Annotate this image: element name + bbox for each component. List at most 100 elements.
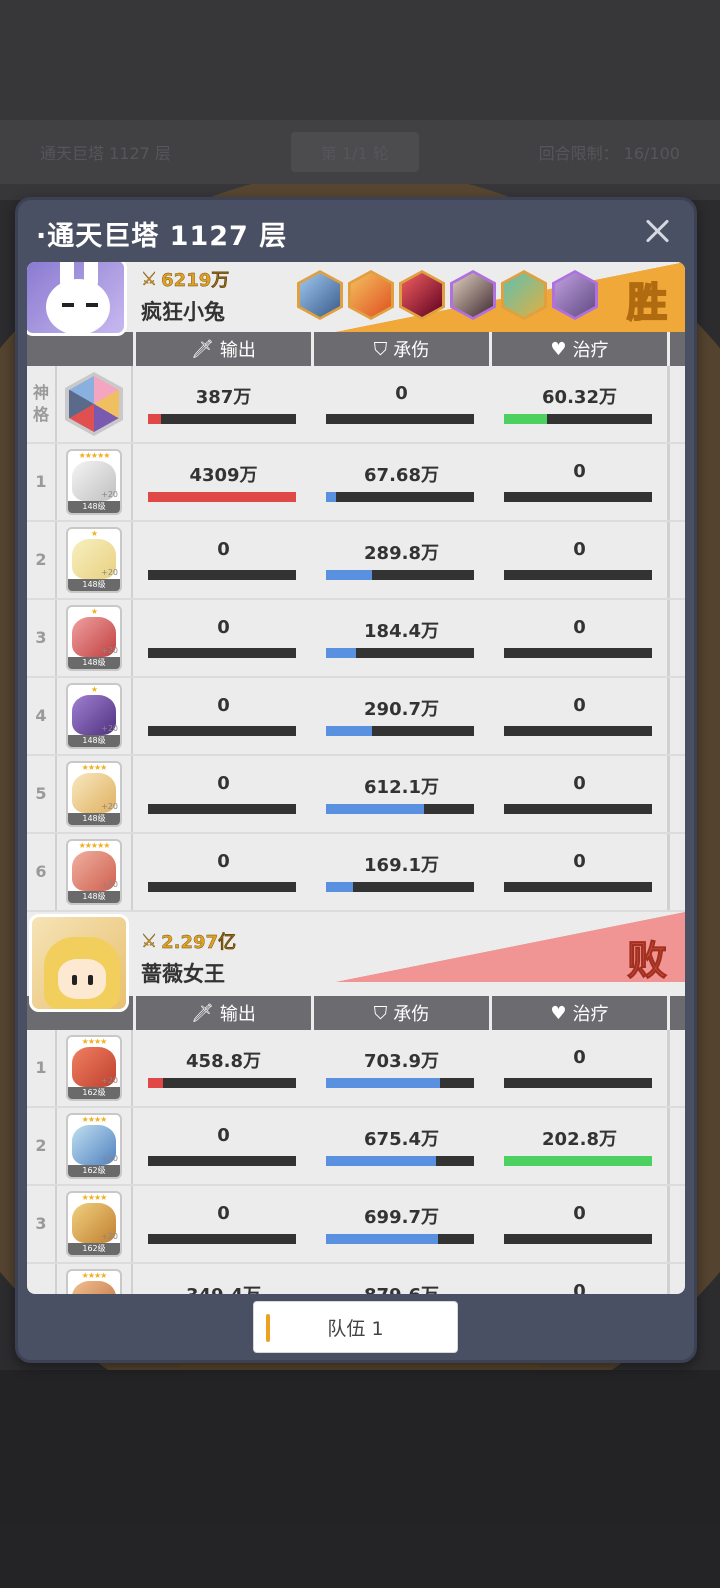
row-tail <box>667 1030 685 1106</box>
heal-value: 0 <box>573 461 586 482</box>
col-heal[interactable]: ♥ 治疗 <box>489 332 667 366</box>
stats-panel[interactable]: ⚔ 6219万 疯狂小兔 胜 🗡 输出 ⛉ 承伤 ♥ 治疗 神 格 387万 0 60.32万… <box>27 262 685 1294</box>
divinity-icon[interactable] <box>65 372 123 436</box>
team2-header: ⚔ 2.297亿 蔷薇女王 败 <box>27 912 685 1012</box>
damage-value: 0 <box>217 851 230 872</box>
col-heal[interactable]: ♥ 治疗 <box>489 996 667 1030</box>
table-row[interactable]: 6 ★★★★★ +20 148级 0 169.1万 0 <box>27 834 685 912</box>
heal-bar <box>504 804 652 814</box>
hero-card[interactable]: ★★★★★ +20 148级 <box>66 839 122 905</box>
damage-cell: 349.4万 <box>133 1264 311 1294</box>
plus-level: +20 <box>101 1232 118 1241</box>
col-damage[interactable]: 🗡 输出 <box>133 996 311 1030</box>
tank-cell: 169.1万 <box>311 834 489 910</box>
heal-bar <box>504 1234 652 1244</box>
unit-slot[interactable] <box>57 366 133 442</box>
dialog-title: ·通天巨塔 1127 层 <box>36 221 288 252</box>
hero-card[interactable]: ★ +20 148级 <box>66 605 122 671</box>
heal-cell: 0 <box>489 834 667 910</box>
unit-slot[interactable]: ★★★★★ +20 148级 <box>57 834 133 910</box>
plus-level: +20 <box>101 802 118 811</box>
col-damage[interactable]: 🗡 输出 <box>133 332 311 366</box>
table-row[interactable]: 3 ★ +20 148级 0 184.4万 0 <box>27 600 685 678</box>
team2-power: ⚔ 2.297亿 <box>141 930 237 953</box>
hero-level: 162级 <box>68 1165 120 1177</box>
damage-bar <box>148 648 296 658</box>
row-index: 2 <box>27 1108 57 1184</box>
table-row[interactable]: 2 ★ +20 148级 0 289.8万 0 <box>27 522 685 600</box>
star-rating-icon: ★★★★★ <box>78 841 111 850</box>
sword-icon: 🗡 <box>191 1002 214 1024</box>
col-tank[interactable]: ⛉ 承伤 <box>311 996 489 1030</box>
damage-bar <box>148 726 296 736</box>
table-row[interactable]: 神 格 387万 0 60.32万 <box>27 366 685 444</box>
tank-bar <box>326 726 474 736</box>
hero-card[interactable]: ★ +20 148级 <box>66 527 122 593</box>
plus-level: +20 <box>101 490 118 499</box>
row-index: 5 <box>27 756 57 832</box>
hero-card[interactable]: ★★★★+20162级 <box>66 1191 122 1257</box>
row-tail <box>667 756 685 832</box>
row-tail <box>667 522 685 598</box>
team2-name: 蔷薇女王 <box>141 962 225 986</box>
hero-card[interactable]: ★★★★+20162级 <box>66 1035 122 1101</box>
hero-level: 148级 <box>68 813 120 825</box>
table-row[interactable]: 3 ★★★★ +20 162级 0 699.7万 0 <box>27 1186 685 1264</box>
tank-bar <box>326 882 474 892</box>
heal-bar <box>504 492 652 502</box>
tab-marker <box>266 1314 270 1342</box>
damage-bar <box>148 1078 296 1088</box>
star-rating-icon: ★★★★ <box>81 763 108 772</box>
unit-slot[interactable]: ★★★★★ +20 148级 <box>57 444 133 520</box>
close-icon[interactable] <box>644 218 670 244</box>
row-index: 1 <box>27 1030 57 1106</box>
damage-bar <box>148 1234 296 1244</box>
unit-slot[interactable]: ★ +20 148级 <box>57 522 133 598</box>
team2-result: 败 <box>627 937 668 985</box>
hero-card[interactable]: ★★★★ +20 148级 <box>66 761 122 827</box>
hero-card[interactable]: ★★★★★ +20 148级 <box>66 449 122 515</box>
tank-bar <box>326 1156 474 1166</box>
unit-slot[interactable]: ★★★★+20162级 <box>57 1264 133 1294</box>
tank-bar-fill <box>326 804 424 814</box>
damage-cell: 0 <box>133 1108 311 1184</box>
unit-slot[interactable]: ★ +20 148级 <box>57 678 133 754</box>
tank-value: 879.6万 <box>314 1281 489 1294</box>
row-index: 4 <box>27 678 57 754</box>
unit-slot[interactable]: ★ +20 148级 <box>57 600 133 676</box>
team1-avatar[interactable] <box>27 262 127 336</box>
tank-cell: 879.6万 <box>311 1264 489 1294</box>
heal-value: 202.8万 <box>542 1129 617 1150</box>
unit-slot[interactable]: ★★★★+20162级 <box>57 1108 133 1184</box>
hero-card[interactable]: ★★★★+20162级 <box>66 1269 122 1294</box>
hero-card[interactable]: ★★★★+20162级 <box>66 1113 122 1179</box>
tank-bar <box>326 414 474 424</box>
team1-rows: 神 格 387万 0 60.32万 1 ★★★★★ +20 148级 4309万 67.68万 0 2… <box>27 366 685 912</box>
shield-icon: ⛉ <box>373 338 388 360</box>
row-index: 2 <box>27 522 57 598</box>
heal-cell: 0 <box>489 1186 667 1262</box>
heal-bar <box>504 414 652 424</box>
heart-icon: ♥ <box>550 1002 567 1024</box>
table-row[interactable]: 1 ★★★★★ +20 148级 4309万 67.68万 0 <box>27 444 685 522</box>
table-row[interactable]: 5 ★★★★ +20 148级 0 612.1万 0 <box>27 756 685 834</box>
hero-level: 162级 <box>68 1243 120 1255</box>
damage-value: 0 <box>217 773 230 794</box>
plus-level: +20 <box>101 646 118 655</box>
col-tank[interactable]: ⛉ 承伤 <box>311 332 489 366</box>
team2-avatar[interactable] <box>29 914 129 1012</box>
team-tab-button[interactable]: 队伍 1 <box>253 1301 458 1353</box>
table-row[interactable]: 4 ★★★★+20162级 349.4万879.6万 0 <box>27 1264 685 1294</box>
table-row[interactable]: 4 ★ +20 148级 0 290.7万 0 <box>27 678 685 756</box>
unit-slot[interactable]: ★★★★+20162级 <box>57 1186 133 1262</box>
damage-cell: 0 <box>133 600 311 676</box>
unit-slot[interactable]: ★★★★+20162级 <box>57 1030 133 1106</box>
unit-slot[interactable]: ★★★★ +20 148级 <box>57 756 133 832</box>
hero-card[interactable]: ★ +20 148级 <box>66 683 122 749</box>
tank-cell: 184.4万 <box>311 600 489 676</box>
damage-cell: 458.8万 <box>133 1030 311 1106</box>
heal-bar <box>504 1156 652 1166</box>
table-row[interactable]: 2 ★★★★ +20 162级 0 675.4万 202.8万 <box>27 1108 685 1186</box>
table-row[interactable]: 1 ★★★★ +20 162级 458.8万 703.9万 0 <box>27 1030 685 1108</box>
row-tail <box>667 600 685 676</box>
